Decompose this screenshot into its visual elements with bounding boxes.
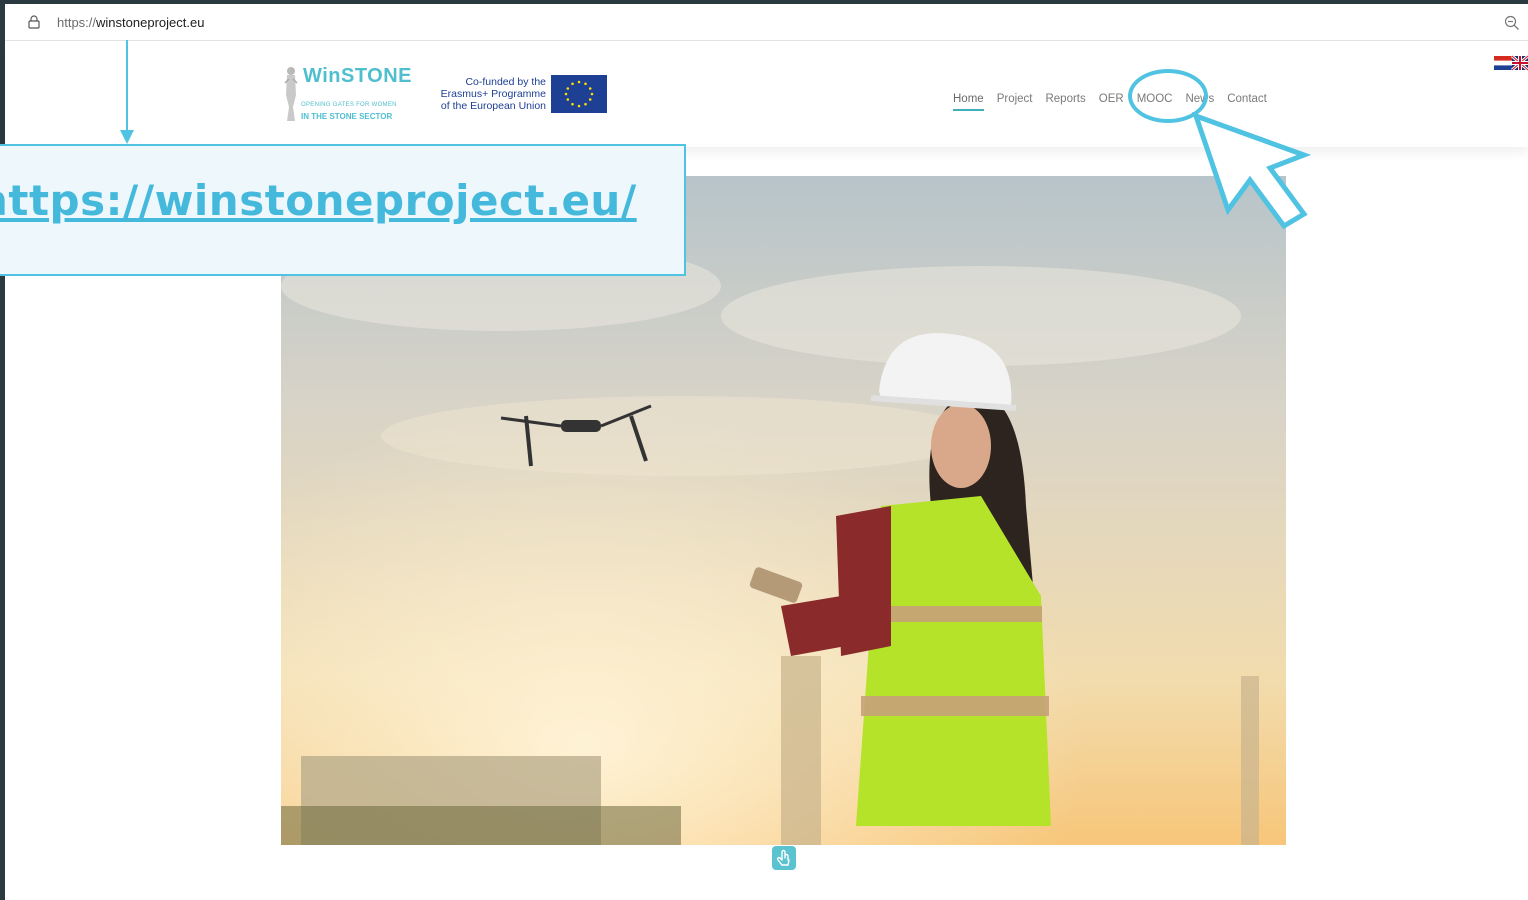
pointer-cursor-icon [1191, 111, 1312, 230]
url-scheme: https:// [57, 15, 97, 30]
browser-address-bar[interactable]: https://winstoneproject.eu [5, 4, 1528, 41]
nav-home[interactable]: Home [953, 93, 984, 111]
statue-icon [284, 67, 298, 121]
url-callout-box: https://winstoneproject.eu/ [0, 144, 686, 276]
lock-icon[interactable] [27, 15, 41, 29]
logo-title: WinSTONE [303, 65, 413, 87]
hand-pointer-icon [776, 849, 790, 866]
scroll-hand-icon[interactable] [772, 846, 796, 870]
url-host: winstoneproject.eu [96, 15, 205, 30]
eu-cofunded-text: Co-funded by the Erasmus+ Programme of t… [430, 76, 546, 112]
winstone-logo[interactable]: WinSTONE OPENING GATES FOR WOMEN IN THE … [281, 65, 415, 125]
nav-contact[interactable]: Contact [1227, 93, 1267, 109]
logo-subtitle-2: IN THE STONE SECTOR [301, 112, 393, 121]
eu-text-line-2: Erasmus+ Programme [440, 88, 546, 100]
callout-arrowhead [120, 130, 134, 144]
main-nav: Home Project Reports OER MOOC News Contact [953, 87, 1280, 111]
hero-image [281, 176, 1286, 845]
callout-connector-line [126, 40, 128, 136]
nav-reports[interactable]: Reports [1045, 93, 1085, 109]
callout-url-text: https://winstoneproject.eu/ [0, 176, 637, 225]
language-flags-icon[interactable] [1494, 55, 1528, 71]
nav-oer[interactable]: OER [1099, 93, 1124, 109]
zoom-out-icon[interactable] [1504, 15, 1520, 31]
eu-text-line-1: Co-funded by the [465, 76, 546, 88]
nav-project[interactable]: Project [997, 93, 1033, 109]
url-field[interactable]: https://winstoneproject.eu [57, 15, 204, 30]
eu-text-line-3: of the European Union [440, 100, 546, 112]
logo-subtitle-1: OPENING GATES FOR WOMEN [301, 102, 397, 108]
eu-flag-icon [551, 75, 607, 113]
hero-illustration [281, 176, 1286, 845]
